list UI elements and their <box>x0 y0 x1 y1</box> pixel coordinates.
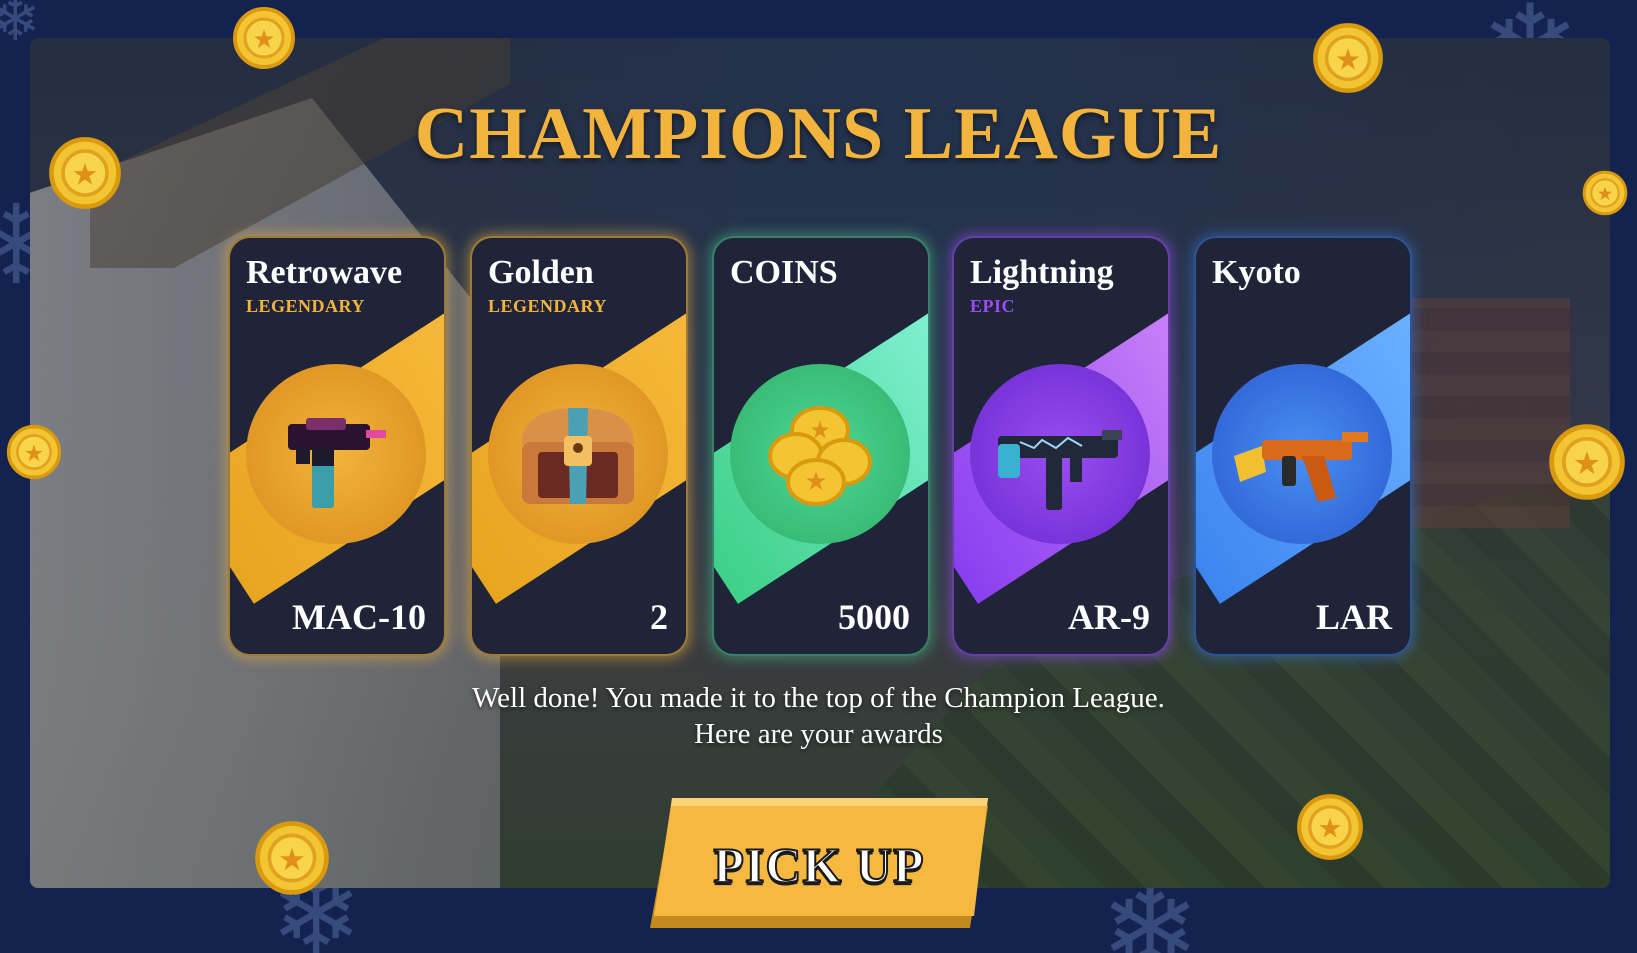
smg-mac10-icon <box>288 418 386 508</box>
reward-rarity: LEGENDARY <box>246 296 365 316</box>
reward-name: Retrowave <box>246 254 403 291</box>
reward-card-kyoto[interactable]: Kyoto LAR <box>1194 236 1412 656</box>
coin-icon: ★ <box>1297 794 1363 860</box>
svg-text:★: ★ <box>1318 812 1343 845</box>
league-title: CHAMPIONS LEAGUE <box>414 93 1223 175</box>
reward-value: MAC-10 <box>292 597 426 637</box>
svg-text:★: ★ <box>278 842 306 878</box>
reward-card-coins[interactable]: ★ ★ COINS 5000 <box>712 236 930 656</box>
coin-icon: ★ <box>1582 170 1628 216</box>
svg-text:★: ★ <box>24 441 44 467</box>
reward-card-golden[interactable]: Golden LEGENDARY 2 <box>470 236 688 656</box>
reward-card-retrowave[interactable]: Retrowave LEGENDARY MAC-10 <box>228 236 446 656</box>
svg-text:★: ★ <box>804 467 827 497</box>
svg-text:★: ★ <box>809 416 831 444</box>
svg-text:★: ★ <box>72 158 99 193</box>
svg-text:★: ★ <box>1573 446 1601 482</box>
rifle-ar9-icon <box>998 430 1122 510</box>
reward-value: 2 <box>650 597 668 637</box>
reward-rarity: EPIC <box>970 296 1016 316</box>
svg-text:★: ★ <box>1335 42 1361 76</box>
reward-name: Golden <box>488 254 594 291</box>
reward-card-lightning[interactable]: Lightning EPIC AR-9 <box>952 236 1170 656</box>
reward-value: 5000 <box>838 597 910 637</box>
award-message-line2: Here are your awards <box>694 718 943 750</box>
svg-text:★: ★ <box>1597 184 1614 205</box>
coin-icon: ★ <box>6 424 62 480</box>
coin-icon: ★ <box>255 821 329 895</box>
pick-up-label: PICK UP <box>712 836 925 894</box>
pick-up-button[interactable]: PICK UP <box>644 798 994 938</box>
reward-name: Kyoto <box>1212 254 1301 291</box>
coin-icon: ★ <box>49 137 121 209</box>
reward-name: COINS <box>730 254 838 291</box>
svg-text:★: ★ <box>252 25 275 55</box>
reward-value: LAR <box>1315 597 1392 637</box>
award-message-line1: Well done! You made it to the top of the… <box>472 682 1165 714</box>
reward-name: Lightning <box>970 254 1114 291</box>
reward-rarity: LEGENDARY <box>488 296 607 316</box>
rifle-lar-icon <box>1234 432 1368 502</box>
treasure-chest-icon <box>522 408 634 504</box>
coin-icon: ★ <box>1549 424 1625 500</box>
award-message: Well done! You made it to the top of the… <box>0 680 1637 752</box>
coin-icon: ★ <box>1313 23 1383 93</box>
coin-icon: ★ <box>233 7 295 69</box>
reward-value: AR-9 <box>1068 597 1150 637</box>
coin-stack-icon: ★ ★ <box>768 406 872 506</box>
